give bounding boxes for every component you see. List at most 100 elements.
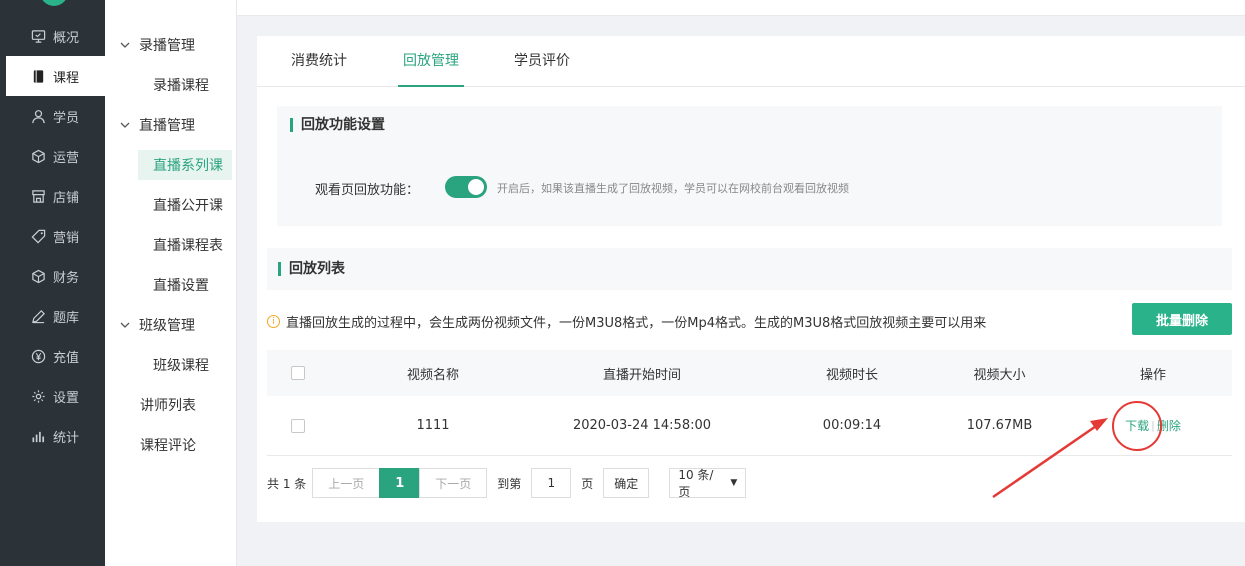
- book-icon: [30, 68, 46, 84]
- nav-item-students[interactable]: 学员: [6, 96, 105, 136]
- subnav-item-live-public[interactable]: 直播公开课: [153, 185, 223, 225]
- col-header-actions: 操作: [1139, 367, 1166, 383]
- pager-size-select[interactable]: 10 条/页 ▼: [669, 468, 747, 499]
- nav-item-label: 课程: [53, 70, 80, 86]
- main-card: 消费统计 回放管理 学员评价 回放功能设置 观看页回放功能： 开启后，如果该直播…: [257, 36, 1245, 522]
- nav-item-recharge[interactable]: 充值: [6, 336, 105, 376]
- logo: [40, 0, 68, 6]
- subnav-group-label: 录播管理: [139, 38, 195, 54]
- select-all-cell: [290, 350, 306, 396]
- info-icon: i: [267, 315, 280, 328]
- tab-consumption-stats[interactable]: 消费统计: [291, 36, 347, 87]
- pager-total: 共 1 条: [267, 476, 307, 491]
- chevron-down-icon: [119, 319, 131, 331]
- cell-start: 2020-03-24 14:58:00: [572, 418, 712, 433]
- playback-list-header: 回放列表: [267, 248, 1232, 290]
- pager-confirm-button[interactable]: 确定: [603, 468, 650, 498]
- chevron-down-icon: [119, 39, 131, 51]
- subnav-group-label: 直播管理: [139, 118, 195, 134]
- nav-item-store[interactable]: 店铺: [6, 176, 105, 216]
- pager-prev-button[interactable]: 上一页: [312, 468, 381, 498]
- select-all-checkbox[interactable]: [291, 366, 305, 380]
- cube-icon: [30, 148, 46, 164]
- nav-item-label: 营销: [53, 230, 80, 246]
- col-header-size: 视频大小: [973, 367, 1026, 383]
- nav-item-label: 统计: [53, 430, 80, 446]
- pager-page-input[interactable]: [531, 468, 572, 498]
- col-header-start: 直播开始时间: [602, 367, 681, 383]
- nav-item-overview[interactable]: 概况: [6, 16, 105, 56]
- nav-item-label: 充值: [53, 350, 80, 366]
- pager-goto-label: 到第: [497, 476, 522, 491]
- gear-icon: [30, 388, 46, 404]
- subnav-item-comments[interactable]: 课程评论: [140, 425, 196, 465]
- cell-size: 107.67MB: [966, 418, 1033, 433]
- nav-item-label: 学员: [53, 110, 80, 126]
- table-header: 视频名称 直播开始时间 视频时长 视频大小 操作: [267, 350, 1232, 396]
- table-row: 1111 2020-03-24 14:58:00 00:09:14 107.67…: [267, 396, 1232, 456]
- subnav-item-live-schedule[interactable]: 直播课程表: [153, 225, 223, 265]
- chevron-down-icon: [119, 119, 131, 131]
- playback-toggle[interactable]: [445, 176, 487, 198]
- subnav-group-recorded[interactable]: 录播管理: [105, 25, 237, 65]
- nav-item-operations[interactable]: 运营: [6, 136, 105, 176]
- section-title: 回放列表: [278, 262, 345, 276]
- tab-student-reviews[interactable]: 学员评价: [514, 36, 570, 87]
- batch-delete-button[interactable]: 批量删除: [1132, 303, 1232, 335]
- top-bar: [237, 0, 1245, 16]
- row-checkbox[interactable]: [291, 418, 305, 433]
- subnav-item-class-course[interactable]: 班级课程: [153, 345, 209, 385]
- notice-text: i 直播回放生成的过程中，会生成两份视频文件，一份M3U8格式，一份Mp4格式。…: [267, 312, 986, 331]
- playback-toggle-hint: 开启后，如果该直播生成了回放视频，学员可以在网校前台观看回放视频: [497, 182, 849, 195]
- row-select-cell: [290, 396, 306, 455]
- sub-nav: 录播管理 录播课程 直播管理 直播系列课 直播公开课 直播课程表 直播设置 班级…: [105, 0, 237, 566]
- col-header-name: 视频名称: [406, 367, 459, 383]
- divider: |: [1151, 419, 1155, 432]
- tab-bar: 消费统计 回放管理 学员评价: [257, 36, 1245, 87]
- nav-item-statistics[interactable]: 统计: [6, 416, 105, 456]
- pager-page-1[interactable]: 1: [379, 468, 421, 498]
- cell-actions: 下载 | 删除: [1097, 396, 1209, 455]
- nav-item-finance[interactable]: 财务: [6, 256, 105, 296]
- pager-next-button[interactable]: 下一页: [419, 468, 488, 498]
- nav-item-label: 题库: [53, 310, 80, 326]
- subnav-item-live-settings[interactable]: 直播设置: [153, 265, 209, 305]
- nav-item-label: 运营: [53, 150, 80, 166]
- delete-link[interactable]: 删除: [1157, 417, 1181, 434]
- nav-item-label: 财务: [53, 270, 80, 286]
- user-icon: [30, 108, 46, 124]
- pager-size-value: 10 条/页: [678, 468, 714, 499]
- monitor-icon: [30, 28, 46, 44]
- nav-item-course[interactable]: 课程: [6, 56, 105, 96]
- main-nav: 概况 课程 学员 运营 店铺 营销 财务 题库 充值 设置 统计: [0, 0, 105, 566]
- cube-icon: [30, 268, 46, 284]
- nav-item-settings[interactable]: 设置: [6, 376, 105, 416]
- playback-toggle-label: 观看页回放功能：: [315, 183, 420, 198]
- nav-item-question-bank[interactable]: 题库: [6, 296, 105, 336]
- subnav-group-live[interactable]: 直播管理: [105, 105, 237, 145]
- col-header-duration: 视频时长: [825, 367, 878, 383]
- playback-table: 视频名称 直播开始时间 视频时长 视频大小 操作 1111 2020-03-24…: [267, 350, 1232, 456]
- store-icon: [30, 188, 46, 204]
- yen-icon: [30, 348, 46, 364]
- cell-duration: 00:09:14: [822, 418, 882, 433]
- tab-playback-management[interactable]: 回放管理: [398, 36, 464, 87]
- cell-name: 1111: [416, 418, 450, 433]
- subnav-group-label: 班级管理: [139, 318, 195, 334]
- pen-icon: [30, 308, 46, 324]
- tag-icon: [30, 228, 46, 244]
- pager-page-unit: 页: [581, 476, 594, 491]
- subnav-group-class[interactable]: 班级管理: [105, 305, 237, 345]
- subnav-item-recorded-course[interactable]: 录播课程: [153, 65, 209, 105]
- download-link[interactable]: 下载: [1125, 417, 1149, 434]
- pagination: 共 1 条 上一页 1 下一页 到第 页 确定 10 条/页 ▼: [267, 468, 747, 499]
- nav-item-label: 概况: [53, 30, 80, 46]
- subnav-item-live-series[interactable]: 直播系列课: [138, 150, 232, 180]
- section-title: 回放功能设置: [290, 118, 385, 132]
- subnav-item-teachers[interactable]: 讲师列表: [140, 385, 196, 425]
- playback-settings-section: 回放功能设置 观看页回放功能： 开启后，如果该直播生成了回放视频，学员可以在网校…: [277, 106, 1222, 226]
- nav-item-label: 店铺: [53, 190, 80, 206]
- caret-down-icon: ▼: [730, 478, 738, 488]
- bar-chart-icon: [30, 428, 46, 444]
- nav-item-marketing[interactable]: 营销: [6, 216, 105, 256]
